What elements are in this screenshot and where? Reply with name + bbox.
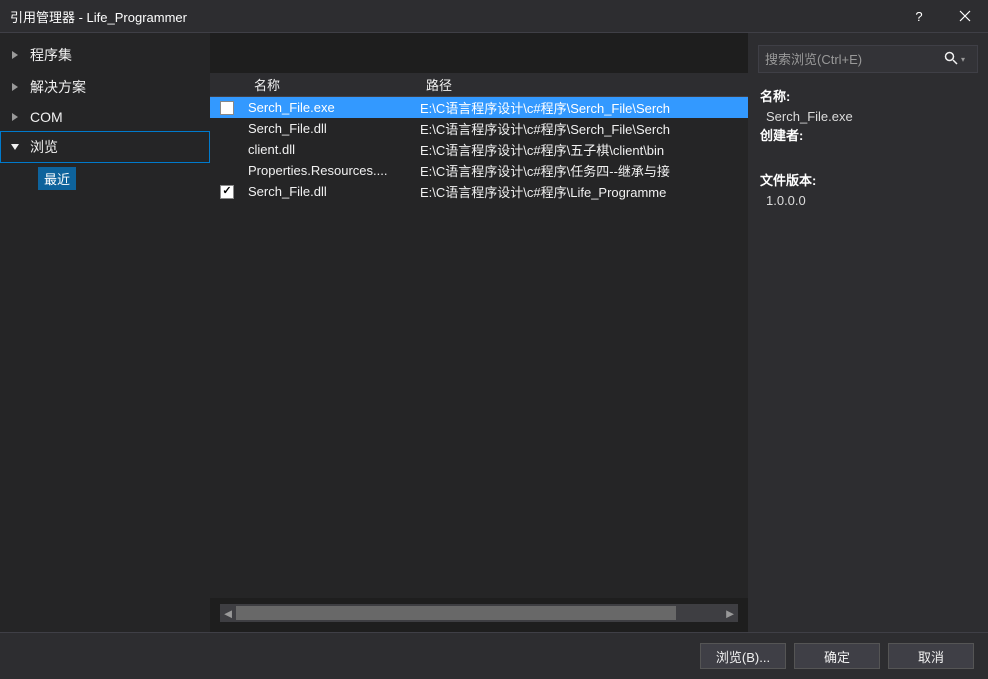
sidebar-item-label: 浏览 — [30, 137, 58, 157]
detail-version-value: 1.0.0.0 — [766, 193, 806, 208]
scroll-right-arrow-icon[interactable]: ► — [722, 604, 738, 622]
row-name: Serch_File.exe — [244, 100, 416, 115]
table-row[interactable]: Serch_File.dllE:\C语言程序设计\c#程序\Serch_File… — [210, 118, 748, 139]
sidebar-item-label: 程序集 — [30, 45, 72, 65]
row-path: E:\C语言程序设计\c#程序\任务四--继承与接 — [416, 161, 748, 180]
sidebar: 程序集 解决方案 COM 浏览 最近 — [0, 33, 210, 632]
checkbox[interactable] — [220, 185, 234, 199]
table-row[interactable]: Serch_File.exeE:\C语言程序设计\c#程序\Serch_File… — [210, 97, 748, 118]
column-header-path[interactable]: 路径 — [416, 75, 748, 94]
row-path: E:\C语言程序设计\c#程序\Serch_File\Serch — [416, 98, 748, 117]
search-icon[interactable] — [941, 51, 961, 68]
close-icon — [959, 10, 971, 22]
chevron-down-icon[interactable]: ▾ — [961, 55, 971, 64]
sidebar-item-label: 解决方案 — [30, 77, 86, 97]
row-name: Properties.Resources.... — [244, 163, 416, 178]
row-name: client.dll — [244, 142, 416, 157]
caret-right-icon — [10, 112, 24, 122]
column-header-name[interactable]: 名称 — [244, 75, 416, 94]
caret-right-icon — [10, 50, 24, 60]
row-name: Serch_File.dll — [244, 121, 416, 136]
row-path: E:\C语言程序设计\c#程序\Serch_File\Serch — [416, 119, 748, 138]
detail-name-label: 名称: — [760, 89, 790, 104]
details-content: 名称: Serch_File.exe 创建者: 文件版本: 1.0.0.0 — [748, 81, 988, 216]
sidebar-item-browse[interactable]: 浏览 — [0, 131, 210, 163]
search-box[interactable]: ▾ — [758, 45, 978, 73]
table-header: 名称 路径 — [210, 73, 748, 97]
sidebar-item-label: COM — [30, 109, 63, 125]
scroll-left-arrow-icon[interactable]: ◄ — [220, 604, 236, 622]
sidebar-item-com[interactable]: COM — [0, 103, 210, 131]
row-name: Serch_File.dll — [244, 184, 416, 199]
table-row[interactable]: client.dllE:\C语言程序设计\c#程序\五子棋\client\bin — [210, 139, 748, 160]
cancel-button[interactable]: 取消 — [888, 643, 974, 669]
search-input[interactable] — [765, 52, 941, 67]
titlebar: 引用管理器 - Life_Programmer ? — [0, 0, 988, 32]
horizontal-scrollbar[interactable]: ◄ ► — [220, 604, 738, 622]
table-row[interactable]: Serch_File.dllE:\C语言程序设计\c#程序\Life_Progr… — [210, 181, 748, 202]
sidebar-item-assemblies[interactable]: 程序集 — [0, 39, 210, 71]
row-checkbox-cell[interactable] — [210, 101, 244, 115]
main-area: 程序集 解决方案 COM 浏览 最近 名称 路径 Serch_File.exeE… — [0, 32, 988, 632]
details-panel: ▾ 名称: Serch_File.exe 创建者: 文件版本: 1.0.0.0 — [748, 33, 988, 632]
window-title: 引用管理器 - Life_Programmer — [10, 7, 896, 26]
scrollbar-thumb[interactable] — [236, 606, 676, 620]
row-path: E:\C语言程序设计\c#程序\五子棋\client\bin — [416, 140, 748, 159]
sidebar-subitem-recent[interactable]: 最近 — [38, 167, 76, 190]
detail-version-label: 文件版本: — [760, 173, 816, 188]
caret-down-icon — [10, 142, 24, 152]
center-panel: 名称 路径 Serch_File.exeE:\C语言程序设计\c#程序\Serc… — [210, 33, 748, 632]
caret-right-icon — [10, 82, 24, 92]
detail-creator-label: 创建者: — [760, 128, 803, 143]
checkbox[interactable] — [220, 101, 234, 115]
row-checkbox-cell[interactable] — [210, 185, 244, 199]
close-button[interactable] — [942, 0, 988, 32]
sidebar-item-solution[interactable]: 解决方案 — [0, 71, 210, 103]
table-body: Serch_File.exeE:\C语言程序设计\c#程序\Serch_File… — [210, 97, 748, 598]
footer: 浏览(B)... 确定 取消 — [0, 632, 988, 679]
detail-name-value: Serch_File.exe — [766, 109, 853, 124]
row-path: E:\C语言程序设计\c#程序\Life_Programme — [416, 182, 748, 201]
browse-button[interactable]: 浏览(B)... — [700, 643, 786, 669]
help-button[interactable]: ? — [896, 0, 942, 32]
table-row[interactable]: Properties.Resources....E:\C语言程序设计\c#程序\… — [210, 160, 748, 181]
ok-button[interactable]: 确定 — [794, 643, 880, 669]
